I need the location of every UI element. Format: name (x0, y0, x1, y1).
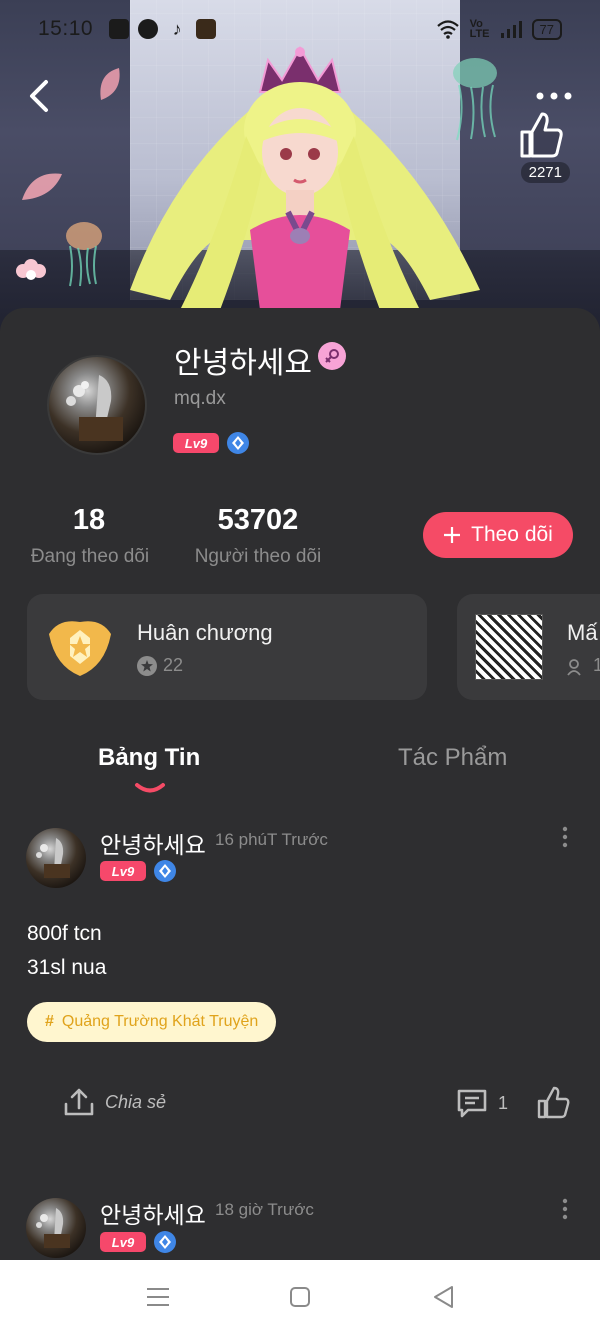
tab-indicator (135, 783, 165, 793)
battery-icon: 77 (531, 18, 562, 40)
manga-title: Mấ (567, 620, 598, 645)
star-icon (137, 656, 157, 676)
manga-thumbnail (475, 614, 543, 680)
shopping-bag-icon (109, 19, 130, 39)
wifi-icon (436, 20, 459, 39)
comment-icon (457, 1089, 487, 1118)
comment-count: 1 (498, 1092, 509, 1113)
manga-count: 1 (593, 655, 600, 675)
following-count[interactable]: 18 (49, 504, 129, 537)
post-avatar[interactable] (26, 828, 86, 888)
tab-feed[interactable]: Bảng Tin (98, 744, 200, 772)
share-icon (64, 1088, 94, 1116)
profile-like-count: 2271 (520, 162, 570, 183)
following-label: Đang theo dõi (30, 546, 150, 567)
notification-icons: ♪ (109, 19, 217, 39)
medal-title: Huân chương (137, 620, 273, 645)
share-label: Chia sẻ (105, 1091, 167, 1112)
more-options-icon[interactable] (534, 86, 574, 106)
post-tag-label: Quảng Trường Khát Truyện (61, 1013, 259, 1030)
post-time: 18 giờ Trước (215, 1200, 314, 1219)
post-text-line: 31sl nua (27, 956, 107, 979)
profile-screen: 15:10 ♪ Vo LTE 77 2271 안녕하세요 mq.dx Lv9 1… (0, 0, 600, 1333)
home-icon[interactable] (286, 1284, 314, 1310)
post-author[interactable]: 안녕하세요 (100, 1196, 206, 1230)
profile-card: 안녕하세요 mq.dx Lv9 18 Đang theo dõi 53702 N… (0, 308, 600, 1263)
thumbs-up-icon[interactable] (516, 110, 564, 160)
back-icon[interactable] (430, 1284, 458, 1310)
app-icon (196, 19, 217, 39)
followers-icon (567, 659, 581, 676)
avatar-image (36, 838, 70, 878)
follow-button[interactable]: Theo dõi (423, 512, 573, 558)
petal-icon (22, 173, 62, 200)
follow-button-label: Theo dõi (471, 523, 553, 546)
post-author[interactable]: 안녕하세요 (100, 826, 206, 860)
profile-handle: mq.dx (174, 388, 226, 409)
like-icon[interactable] (536, 1086, 570, 1120)
facebook-icon (138, 19, 159, 39)
medal-card[interactable]: Huân chương 22 (27, 594, 427, 700)
avatar-image (66, 375, 123, 441)
manga-card[interactable]: Mấ 1 (457, 594, 600, 700)
status-time: 15:10 (38, 17, 94, 40)
level-badge: Lv9 (100, 1232, 146, 1252)
menu-icon[interactable] (144, 1284, 172, 1310)
system-icons: Vo LTE 77 (436, 18, 562, 40)
level-badge: Lv9 (100, 861, 146, 881)
volte-icon: Vo LTE (469, 18, 490, 40)
level-badge: Lv9 (173, 433, 219, 453)
back-arrow-icon[interactable] (22, 76, 58, 116)
female-icon (318, 342, 346, 370)
comment-button[interactable]: 1 (456, 1088, 508, 1118)
jellyfish-icon (66, 222, 102, 287)
diamond-icon (154, 860, 176, 882)
status-bar: 15:10 ♪ Vo LTE 77 (0, 0, 600, 58)
followers-label: Người theo dõi (194, 546, 322, 567)
medal-count: 22 (163, 655, 184, 675)
medal-icon (49, 621, 111, 676)
diamond-icon (154, 1231, 176, 1253)
post-time: 16 phúT Trước (215, 830, 328, 849)
post-text-line: 800f tcn (27, 922, 102, 945)
avatar-image (36, 1208, 70, 1248)
post-avatar[interactable] (26, 1198, 86, 1258)
profile-avatar[interactable] (47, 355, 147, 455)
diamond-icon (227, 432, 249, 454)
plus-icon (444, 527, 461, 543)
share-button[interactable]: Chia sẻ (63, 1086, 166, 1118)
tab-works[interactable]: Tác Phẩm (398, 744, 507, 772)
followers-count[interactable]: 53702 (198, 504, 318, 537)
post-tag[interactable]: # Quảng Trường Khát Truyện (27, 1002, 277, 1042)
signal-icon (500, 21, 522, 38)
banner-character (130, 45, 480, 310)
profile-name: 안녕하세요 (174, 347, 312, 380)
tiktok-icon: ♪ (172, 19, 182, 39)
post-more-icon[interactable] (561, 1198, 569, 1220)
post-more-icon[interactable] (561, 826, 569, 848)
system-nav-bar (0, 1260, 600, 1333)
flower-icon (16, 259, 46, 280)
hashtag-icon: # (45, 1013, 54, 1030)
